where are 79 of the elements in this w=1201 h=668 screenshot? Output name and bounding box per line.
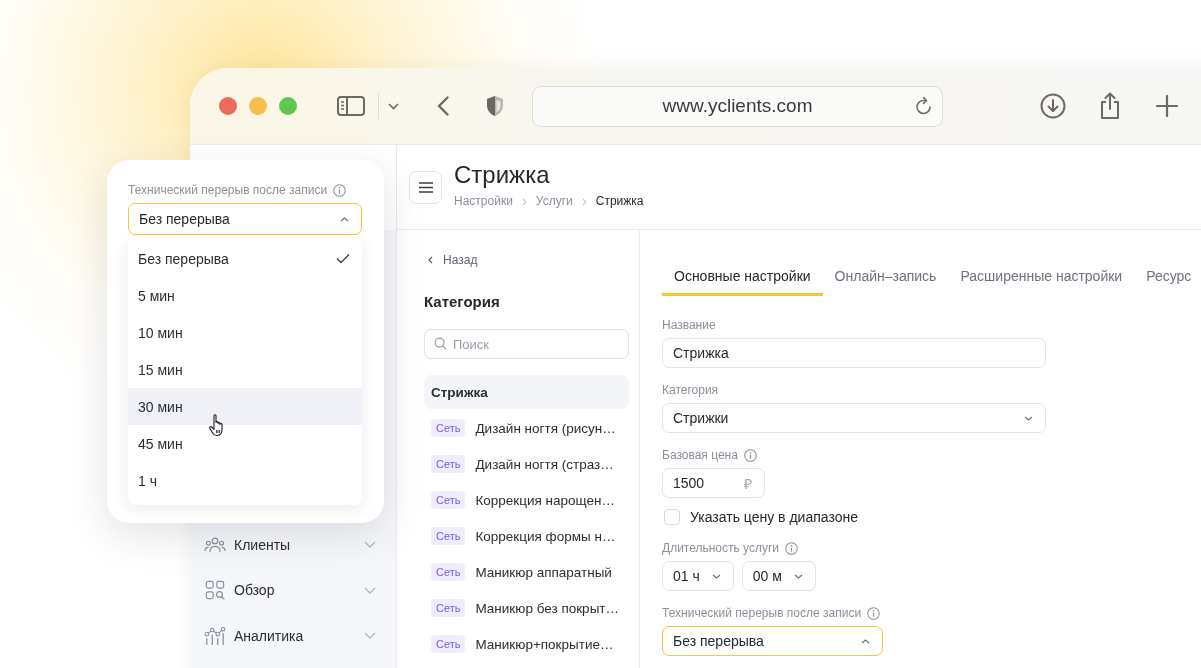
dropdown-option[interactable]: 1 ч: [128, 462, 362, 499]
checkbox[interactable]: [664, 509, 680, 525]
dropdown-option[interactable]: 5 мин: [128, 277, 362, 314]
network-tag: Сеть: [431, 491, 466, 509]
field-label: Название: [662, 318, 716, 332]
sidebar-item[interactable]: Обзор: [204, 580, 275, 601]
window-zoom-button[interactable]: [279, 97, 297, 115]
network-tag: Сеть: [431, 635, 466, 653]
sidebar-toggle-icon[interactable]: [337, 96, 365, 116]
search-field[interactable]: Поиск: [424, 329, 629, 359]
dropdown-option[interactable]: 15 мин: [128, 351, 362, 388]
category-item[interactable]: Сеть Коррекция нарощен…: [424, 483, 629, 517]
price-field[interactable]: 1500 ₽: [662, 468, 765, 498]
category-item[interactable]: Сеть Маникюр аппаратный: [424, 555, 629, 589]
chevron-right-icon: [581, 197, 587, 206]
category-item[interactable]: Сеть Маникюр+покрытие…: [424, 627, 629, 661]
section-title: Категория: [424, 293, 501, 311]
field-label: Базовая цена: [662, 448, 738, 462]
category-item[interactable]: Сеть Дизайн ногтя (страз…: [424, 447, 629, 481]
chevron-down-icon[interactable]: [388, 102, 399, 110]
chevron-left-icon: [428, 256, 433, 264]
category-item[interactable]: Сеть Дизайн ногтя (рисун…: [424, 411, 629, 445]
dropdown-option[interactable]: Без перерыва: [128, 240, 362, 277]
grid-search-icon: [204, 580, 226, 601]
currency-symbol: ₽: [744, 474, 752, 493]
text-field[interactable]: Стрижка: [662, 338, 1046, 368]
chevron-right-icon: [521, 197, 527, 206]
select-field[interactable]: 00 м: [741, 561, 816, 591]
category-item[interactable]: Сеть Коррекция формы н…: [424, 519, 629, 553]
dropdown-option[interactable]: 10 мин: [128, 314, 362, 351]
back-link[interactable]: Назад: [428, 252, 478, 268]
field-label: Длительность услуги: [662, 541, 780, 555]
network-tag: Сеть: [431, 527, 466, 545]
breadcrumb-link[interactable]: Стрижка: [595, 194, 644, 209]
info-icon[interactable]: [743, 448, 757, 462]
field-label: Технический перерыв после записи: [662, 606, 862, 620]
info-icon[interactable]: [333, 183, 347, 197]
select-field[interactable]: 01 ч: [662, 561, 734, 591]
checkbox-label[interactable]: Указать цену в диапазоне: [690, 509, 858, 525]
select-field[interactable]: Без перерыва: [662, 626, 883, 656]
chevron-up-icon: [340, 216, 349, 222]
chevron-down-icon: [1024, 415, 1033, 421]
sidebar-item[interactable]: Аналитика: [204, 625, 304, 646]
sidebar-item[interactable]: Клиенты: [204, 534, 291, 555]
hand-pointer-icon: [208, 413, 226, 437]
field-label: Технический перерыв после записи: [128, 183, 328, 197]
share-icon[interactable]: [1099, 92, 1121, 120]
network-tag: Сеть: [431, 455, 466, 473]
network-tag: Сеть: [431, 599, 466, 617]
search-icon: [434, 337, 447, 350]
tab[interactable]: Ресурс: [1134, 257, 1201, 296]
network-tag: Сеть: [431, 563, 466, 581]
menu-button[interactable]: [409, 170, 442, 204]
tab[interactable]: Онлайн–запись: [822, 257, 949, 296]
category-item[interactable]: Сеть Маникюр без покрыт…: [424, 591, 629, 625]
chevron-up-icon: [861, 638, 870, 644]
tab[interactable]: Расширенные настройки: [948, 257, 1135, 296]
network-tag: Сеть: [431, 419, 466, 437]
chart-icon: [204, 625, 226, 646]
shield-icon[interactable]: [486, 95, 504, 117]
address-bar[interactable]: www.yclients.com: [532, 85, 943, 127]
tab[interactable]: Основные настройки: [662, 257, 823, 296]
menu-icon: [418, 181, 433, 193]
select-field[interactable]: Без перерыва: [128, 203, 362, 235]
window-minimize-button[interactable]: [249, 97, 267, 115]
reload-icon[interactable]: [915, 95, 933, 116]
page-title: Стрижка: [454, 161, 551, 189]
chevron-down-icon: [793, 573, 803, 579]
download-icon[interactable]: [1040, 93, 1066, 119]
info-icon[interactable]: [867, 606, 881, 620]
window-close-button[interactable]: [219, 97, 237, 115]
plus-icon[interactable]: [1156, 95, 1178, 117]
field-label: Категория: [662, 383, 719, 397]
info-icon[interactable]: [785, 541, 799, 555]
chevron-down-icon: [711, 573, 721, 579]
dropdown-option[interactable]: 45 мин: [128, 425, 362, 462]
category-item[interactable]: Стрижка: [424, 375, 629, 409]
back-icon[interactable]: [437, 96, 449, 116]
select-field[interactable]: Стрижки: [662, 403, 1046, 433]
